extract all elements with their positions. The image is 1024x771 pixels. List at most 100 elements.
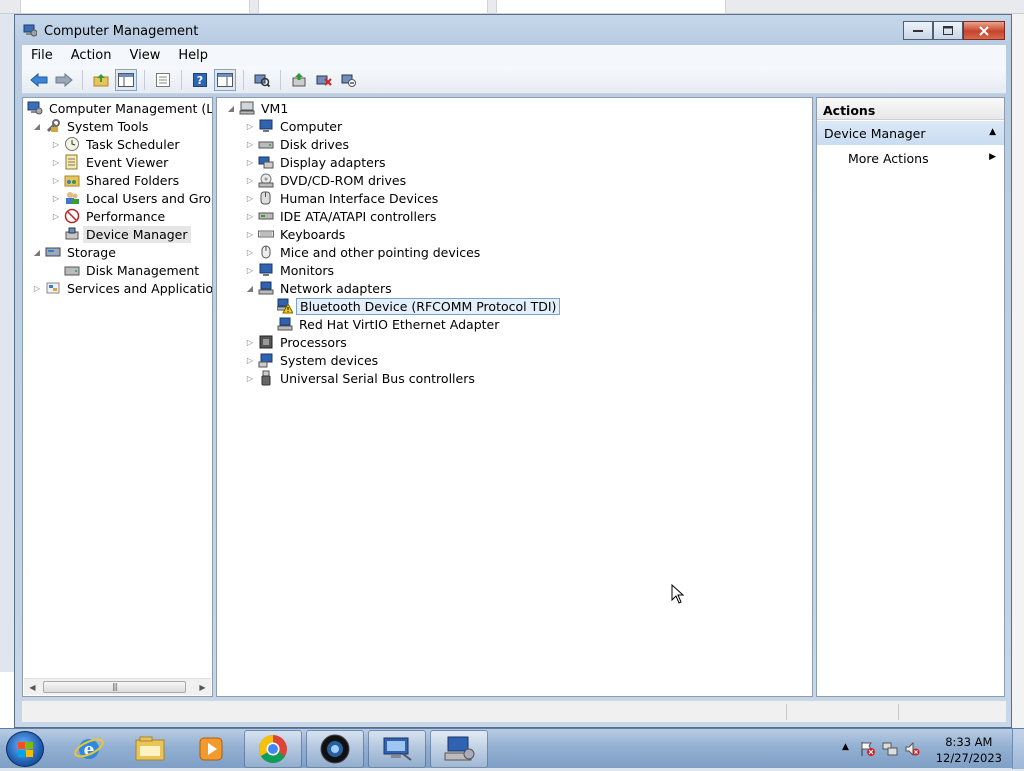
tree-item-disk-management[interactable]: Disk Management <box>62 261 202 279</box>
tree-item-performance[interactable]: ▷ Performance <box>50 207 168 225</box>
expand-arrow-icon[interactable]: ▷ <box>244 210 256 222</box>
taskbar-chrome[interactable] <box>244 730 302 768</box>
expand-arrow-icon[interactable]: ▷ <box>50 138 62 150</box>
taskbar-media-player[interactable] <box>182 730 240 768</box>
maximize-button[interactable] <box>933 21 963 40</box>
expand-arrow-icon[interactable]: ▷ <box>244 264 256 276</box>
expand-arrow-icon[interactable]: ▷ <box>244 138 256 150</box>
minimize-button[interactable] <box>903 21 933 40</box>
computer-management-icon <box>444 736 475 761</box>
expand-arrow-icon[interactable]: ▷ <box>244 120 256 132</box>
uninstall-device-button[interactable] <box>313 69 335 91</box>
device-category-computer[interactable]: ▷ Computer <box>244 117 345 135</box>
show-desktop-button[interactable] <box>1012 729 1024 769</box>
taskbar-camera-app[interactable] <box>306 730 364 768</box>
device-category-processors[interactable]: ▷ Processors <box>244 333 350 351</box>
device-category-keyboards[interactable]: ▷ Keyboards <box>244 225 348 243</box>
device-category-mice[interactable]: ▷ Mice and other pointing devices <box>244 243 483 261</box>
computer-management-icon <box>27 101 43 115</box>
expand-arrow-icon[interactable]: ▷ <box>244 246 256 258</box>
tree-item-shared-folders[interactable]: ▷ Shared Folders <box>50 171 182 189</box>
expand-arrow-icon[interactable]: ▷ <box>50 174 62 186</box>
tree-label: Shared Folders <box>86 172 180 188</box>
scroll-left-icon[interactable]: ◀ <box>24 679 41 695</box>
device-category-display-adapters[interactable]: ▷ Display adapters <box>244 153 388 171</box>
expand-arrow-icon[interactable]: ▷ <box>50 156 62 168</box>
taskbar-internet-explorer[interactable]: e <box>60 730 118 768</box>
expand-arrow-icon[interactable]: ▷ <box>244 354 256 366</box>
up-one-level-button[interactable] <box>90 69 112 91</box>
more-actions-item[interactable]: More Actions ▶ <box>817 147 1004 169</box>
device-category-usb[interactable]: ▷ Universal Serial Bus controllers <box>244 369 478 387</box>
background-tab <box>20 0 250 14</box>
console-tree-pane[interactable]: Computer Management (Local ◢ System Tool… <box>22 97 213 697</box>
show-hide-action-pane-button[interactable] <box>214 69 236 91</box>
taskbar-file-explorer[interactable] <box>121 730 179 768</box>
volume-muted-icon[interactable] <box>904 741 920 757</box>
start-button[interactable] <box>6 731 44 767</box>
tree-item-task-scheduler[interactable]: ▷ Task Scheduler <box>50 135 183 153</box>
expand-arrow-icon[interactable]: ▷ <box>50 210 62 222</box>
help-button[interactable]: ? <box>189 69 211 91</box>
expand-arrow-icon[interactable]: ▷ <box>31 282 43 294</box>
title-bar[interactable]: Computer Management <box>15 15 1011 45</box>
scan-hardware-button[interactable] <box>251 69 273 91</box>
tree-item-storage[interactable]: ◢ Storage <box>31 243 119 261</box>
notification-area: ▲ 8:33 AM 12/27/2023 <box>834 729 1024 769</box>
clock[interactable]: 8:33 AM 12/27/2023 <box>936 734 1002 766</box>
expand-arrow-icon[interactable]: ▷ <box>244 156 256 168</box>
menu-help[interactable]: Help <box>169 46 217 66</box>
svg-text:?: ? <box>197 74 203 87</box>
network-tray-icon[interactable] <box>882 741 898 757</box>
device-tree-root[interactable]: ◢ VM1 <box>225 99 291 117</box>
collapse-arrow-icon[interactable]: ◢ <box>31 246 43 258</box>
expand-arrow-icon[interactable]: ▷ <box>244 228 256 240</box>
close-button[interactable] <box>963 21 1005 40</box>
taskbar-remote-desktop[interactable] <box>368 730 426 768</box>
show-hidden-icons-icon[interactable]: ▲ <box>842 742 849 752</box>
device-tree-pane[interactable]: ◢ VM1 ▷ Computer ▷ Disk drives ▷ Display… <box>216 97 813 697</box>
collapse-arrow-icon[interactable]: ◢ <box>225 102 237 114</box>
device-category-hid[interactable]: ▷ Human Interface Devices <box>244 189 441 207</box>
expand-arrow-icon[interactable]: ▷ <box>244 192 256 204</box>
tree-item-system-tools[interactable]: ◢ System Tools <box>31 117 151 135</box>
clock-icon <box>65 137 79 151</box>
device-item-virtio-ethernet[interactable]: Red Hat VirtIO Ethernet Adapter <box>275 315 502 333</box>
tree-item-device-manager[interactable]: Device Manager <box>62 225 191 243</box>
expand-arrow-icon[interactable]: ▷ <box>244 372 256 384</box>
tree-item-services-applications[interactable]: ▷ Services and Applications <box>31 279 212 297</box>
scrollbar-thumb[interactable]: ||| <box>43 681 186 693</box>
device-category-disk-drives[interactable]: ▷ Disk drives <box>244 135 352 153</box>
forward-button[interactable] <box>53 69 75 91</box>
toolbar-separator <box>280 70 281 90</box>
device-category-ide-ata[interactable]: ▷ IDE ATA/ATAPI controllers <box>244 207 439 225</box>
actions-section-device-manager[interactable]: Device Manager ▲ <box>817 121 1004 145</box>
update-driver-button[interactable] <box>288 69 310 91</box>
expand-arrow-icon[interactable]: ▷ <box>50 192 62 204</box>
device-category-dvd-cdrom[interactable]: ▷ DVD/CD-ROM drives <box>244 171 409 189</box>
tree-item-event-viewer[interactable]: ▷ Event Viewer <box>50 153 171 171</box>
expand-arrow-icon[interactable]: ▷ <box>244 336 256 348</box>
action-center-flag-icon[interactable] <box>860 741 876 757</box>
device-item-bluetooth[interactable]: Bluetooth Device (RFCOMM Protocol TDI) <box>275 297 561 315</box>
scroll-right-icon[interactable]: ▶ <box>194 679 211 695</box>
disable-device-button[interactable] <box>338 69 360 91</box>
tree-item-computer-management[interactable]: Computer Management (Local <box>25 99 212 117</box>
horizontal-scrollbar[interactable]: ◀ ||| ▶ <box>24 678 211 695</box>
expand-arrow-icon[interactable]: ▷ <box>244 174 256 186</box>
device-category-network-adapters[interactable]: ◢ Network adapters <box>244 279 395 297</box>
collapse-triangle-icon[interactable]: ▲ <box>989 127 996 137</box>
show-hide-console-tree-button[interactable] <box>115 69 137 91</box>
properties-button[interactable] <box>152 69 174 91</box>
menu-view[interactable]: View <box>120 46 169 66</box>
device-category-system-devices[interactable]: ▷ System devices <box>244 351 381 369</box>
collapse-arrow-icon[interactable]: ◢ <box>244 282 256 294</box>
back-button[interactable] <box>28 69 50 91</box>
menu-bar: File Action View Help <box>22 45 1006 67</box>
tree-item-local-users-groups[interactable]: ▷ Local Users and Groups <box>50 189 212 207</box>
menu-file[interactable]: File <box>22 46 62 66</box>
collapse-arrow-icon[interactable]: ◢ <box>31 120 43 132</box>
device-category-monitors[interactable]: ▷ Monitors <box>244 261 337 279</box>
menu-action[interactable]: Action <box>62 46 121 66</box>
taskbar-computer-management[interactable] <box>430 730 488 768</box>
